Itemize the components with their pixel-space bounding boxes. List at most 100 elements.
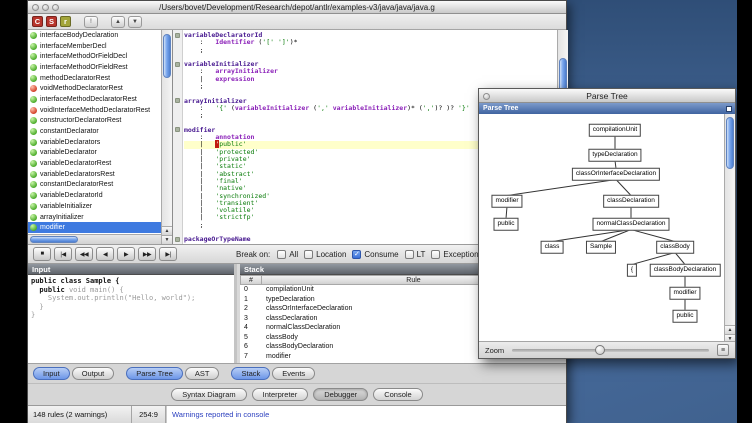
tab-debugger[interactable]: Debugger <box>313 388 368 401</box>
tree-node-normalclassdeclaration[interactable]: normalClassDeclaration <box>593 218 670 231</box>
tree-node-class[interactable]: class <box>541 241 564 254</box>
step-forward-button[interactable]: ▶ <box>117 247 135 261</box>
rule-list-item-variableinitializer[interactable]: variableInitializer <box>28 201 161 212</box>
tree-node-classbody[interactable]: classBody <box>656 241 694 254</box>
window-title: /Users/bovet/Development/Research/depot/… <box>159 3 435 12</box>
sort-rules-down-button[interactable]: ▼ <box>128 16 142 28</box>
stack-row-index: 1 <box>240 296 262 303</box>
rule-gutter-icon[interactable] <box>175 33 180 38</box>
checkbox-exception[interactable] <box>431 250 440 259</box>
rules-hscrollbar-thumb[interactable] <box>30 236 78 243</box>
rule-list-item-arrayinitializer[interactable]: arrayInitializer <box>28 212 161 223</box>
attach-panel-icon[interactable] <box>726 106 732 112</box>
fast-forward-button[interactable]: ▶▶ <box>138 247 156 261</box>
tree-node-sample[interactable]: Sample <box>586 241 616 254</box>
rules-scrollbar[interactable]: ▲ ▼ <box>161 30 172 244</box>
checkbox-consume[interactable]: ✓ <box>352 250 361 259</box>
grammar-check-button[interactable]: C <box>32 16 43 27</box>
rule-gutter-icon[interactable] <box>175 237 180 242</box>
zoom-slider-thumb[interactable] <box>595 345 605 355</box>
fast-backward-button[interactable]: ◀◀ <box>75 247 93 261</box>
parse-tree-panel-title: Parse Tree <box>483 105 518 112</box>
rule-list-item-variabledeclarator[interactable]: variableDeclarator <box>28 148 161 159</box>
rule-ok-icon <box>30 203 37 210</box>
scroll-up-icon[interactable]: ▲ <box>725 325 735 334</box>
checkbox-location[interactable] <box>304 250 313 259</box>
warnings-button[interactable]: ! <box>84 16 98 28</box>
rule-list-item-voidmethoddeclaratorrest[interactable]: voidMethodDeclaratorRest <box>28 83 161 94</box>
stop-button[interactable]: ■ <box>33 247 51 261</box>
tree-node-typedeclaration[interactable]: typeDeclaration <box>588 149 641 162</box>
rule-list-item-variabledeclaratorrest[interactable]: variableDeclaratorRest <box>28 158 161 169</box>
tree-scrollbar-thumb[interactable] <box>726 117 734 169</box>
rule-list-item-modifier[interactable]: modifier <box>28 222 161 233</box>
step-backward-button[interactable]: ◀ <box>96 247 114 261</box>
rule-list-item-interfacemethodorfielddecl[interactable]: interfaceMethodOrFieldDecl <box>28 51 161 62</box>
checkbox-all[interactable] <box>277 250 286 259</box>
rule-label: variableDeclarators <box>40 139 100 146</box>
tree-node-modifier[interactable]: modifier <box>491 195 522 208</box>
tree-node-classdeclaration[interactable]: classDeclaration <box>603 195 659 208</box>
parse-tree-canvas[interactable]: compilationUnit typeDeclaration classOrInt… <box>479 114 735 343</box>
rule-ok-icon <box>30 75 37 82</box>
rule-list-item-interfacememberdecl[interactable]: interfaceMemberDecl <box>28 41 161 52</box>
tree-node-modifier[interactable]: modifier <box>669 287 700 300</box>
tab-input[interactable]: Input <box>33 367 70 380</box>
rules-scrollbar-thumb[interactable] <box>163 34 171 78</box>
parse-tree-titlebar[interactable]: Parse Tree <box>479 89 735 103</box>
input-line: public void main() { <box>31 286 231 295</box>
stack-row-index: 0 <box>240 286 262 293</box>
input-text[interactable]: public class Sample { public void main()… <box>28 275 234 363</box>
rule-list-item-interfacemethodorfieldrest[interactable]: interfaceMethodOrFieldRest <box>28 62 161 73</box>
rule-list-item-interfacebodydeclaration[interactable]: interfaceBodyDeclaration <box>28 30 161 41</box>
window-close-button[interactable] <box>483 93 490 100</box>
rules-hscrollbar[interactable] <box>28 234 161 244</box>
sort-rules-up-button[interactable]: ▲ <box>111 16 125 28</box>
zoom-slider[interactable] <box>512 349 709 352</box>
editor-gutter[interactable] <box>173 30 183 244</box>
tree-scrollbar[interactable]: ▲ ▼ <box>724 114 735 343</box>
tab-events[interactable]: Events <box>272 367 315 380</box>
tree-node-public[interactable]: public <box>673 310 698 323</box>
checkbox-lt[interactable] <box>405 250 414 259</box>
rule-list-item-variabledeclarators[interactable]: variableDeclarators <box>28 137 161 148</box>
window-titlebar[interactable]: /Users/bovet/Development/Research/depot/… <box>28 1 566 14</box>
rule-label: interfaceMemberDecl <box>40 43 107 50</box>
input-line: public class Sample { <box>31 277 231 286</box>
tab-output[interactable]: Output <box>72 367 115 380</box>
tree-node-classorinterfacedeclaration[interactable]: classOrInterfaceDeclaration <box>572 168 660 181</box>
rule-list-item-constantdeclaratorrest[interactable]: constantDeclaratorRest <box>28 180 161 191</box>
tab-interpreter[interactable]: Interpreter <box>252 388 309 401</box>
rule-list-item-voidinterfacemethoddeclaratorrest[interactable]: voidInterfaceMethodDeclaratorRest <box>28 105 161 116</box>
break-option-all: All <box>277 250 298 259</box>
rule-list-item-constructordeclaratorrest[interactable]: constructorDeclaratorRest <box>28 116 161 127</box>
goto-start-button[interactable]: |◀ <box>54 247 72 261</box>
rule-label: modifier <box>40 224 65 231</box>
tab-console[interactable]: Console <box>373 388 423 401</box>
rule-list-item-constantdeclarator[interactable]: constantDeclarator <box>28 126 161 137</box>
syntax-diagram-button[interactable]: S <box>46 16 57 27</box>
window-minimize-button[interactable] <box>42 4 49 11</box>
rule-gutter-icon[interactable] <box>175 127 180 132</box>
rule-gutter-icon[interactable] <box>175 98 180 103</box>
rule-list-item-methoddeclaratorrest[interactable]: methodDeclaratorRest <box>28 73 161 84</box>
tree-node-public[interactable]: public <box>494 218 519 231</box>
rule-list-item-variabledeclaratorid[interactable]: variableDeclaratorId <box>28 190 161 201</box>
rule-gutter-icon[interactable] <box>175 62 180 67</box>
tree-node--[interactable]: { <box>627 264 637 277</box>
rule-list-item-variabledeclaratorsrest[interactable]: variableDeclaratorsRest <box>28 169 161 180</box>
goto-end-button[interactable]: ▶| <box>159 247 177 261</box>
scroll-up-icon[interactable]: ▲ <box>162 226 172 235</box>
tab-ast[interactable]: AST <box>185 367 220 380</box>
window-zoom-button[interactable] <box>52 4 59 11</box>
rule-list-item-interfacemethoddeclaratorrest[interactable]: interfaceMethodDeclaratorRest <box>28 94 161 105</box>
scroll-down-icon[interactable]: ▼ <box>162 235 172 244</box>
window-close-button[interactable] <box>32 4 39 11</box>
tab-parse-tree[interactable]: Parse Tree <box>126 367 183 380</box>
tab-stack[interactable]: Stack <box>231 367 270 380</box>
rule-marker-button[interactable]: r <box>60 16 71 27</box>
tree-node-classbodydeclaration[interactable]: classBodyDeclaration <box>650 264 721 277</box>
tree-menu-icon[interactable]: ≡ <box>717 344 729 356</box>
tree-node-compilationunit[interactable]: compilationUnit <box>589 124 641 137</box>
tab-syntax-diagram[interactable]: Syntax Diagram <box>171 388 246 401</box>
